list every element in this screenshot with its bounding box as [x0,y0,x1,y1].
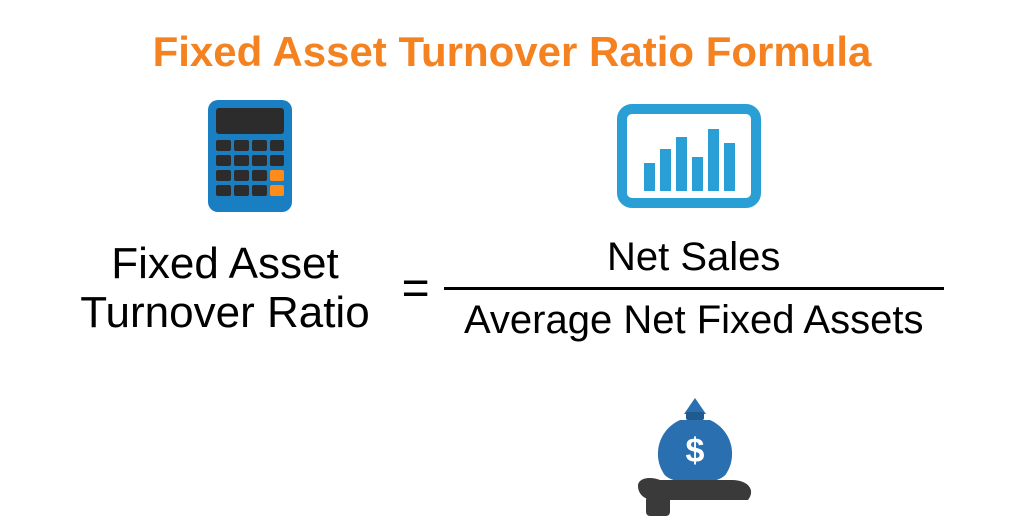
lhs-line2: Turnover Ratio [80,289,369,337]
formula-lhs: Fixed Asset Turnover Ratio [80,240,387,337]
formula-fraction: Net Sales Average Net Fixed Assets [444,231,944,346]
fraction-denominator: Average Net Fixed Assets [464,292,924,346]
formula: Fixed Asset Turnover Ratio = Net Sales A… [0,221,1024,346]
money-bag-hand-icon: $ [620,390,770,525]
svg-text:$: $ [686,432,705,470]
lhs-line1: Fixed Asset [80,240,369,288]
fraction-bar [444,287,944,290]
calculator-icon [200,96,300,221]
equals-sign: = [388,261,444,316]
page-title: Fixed Asset Turnover Ratio Formula [0,0,1024,76]
chart-icon [614,101,764,216]
fraction-numerator: Net Sales [607,231,780,285]
icons-row [0,76,1024,221]
